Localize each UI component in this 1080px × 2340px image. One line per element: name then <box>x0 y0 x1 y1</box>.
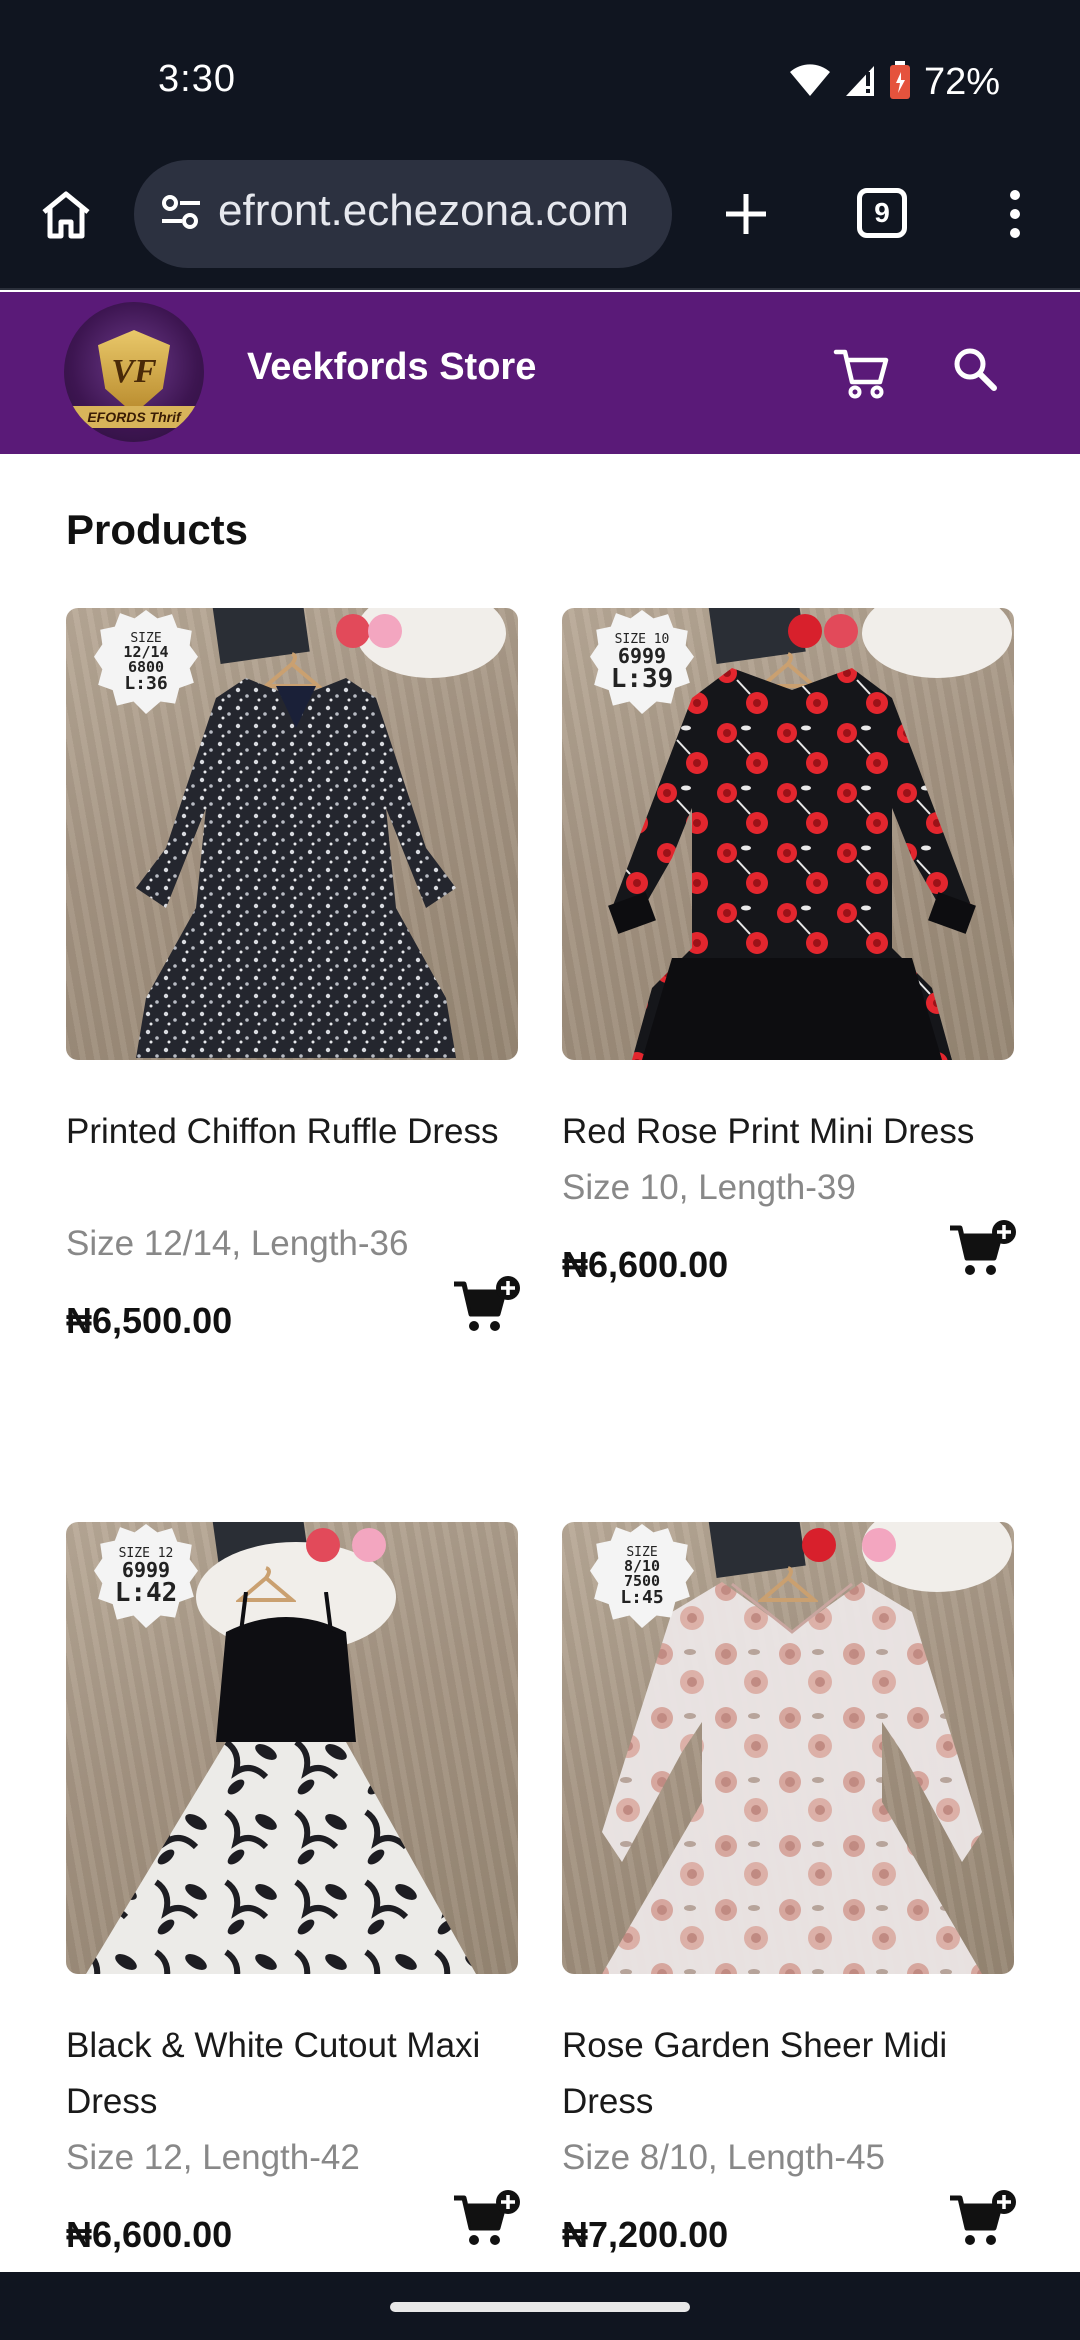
product-price: ₦7,200.00 <box>562 2214 729 2255</box>
add-cart-icon <box>454 2190 520 2245</box>
size-tag-line: 6999 <box>617 643 667 668</box>
product-image[interactable]: SIZE 12/14 6800 L:36 <box>66 608 518 1060</box>
site-settings-icon[interactable] <box>160 192 202 232</box>
battery-percent: 72% <box>923 60 1000 103</box>
status-time: 3:30 <box>158 58 236 100</box>
new-tab-button[interactable] <box>716 184 776 244</box>
product-card[interactable]: SIZE 10 6999 L:39 Red Rose Print Mini Dr… <box>562 608 1016 1285</box>
size-tag-line: L:39 <box>610 663 674 694</box>
status-bar: 3:30 72% <box>0 0 1080 160</box>
decor-flower <box>802 1528 836 1562</box>
search-icon <box>954 348 997 391</box>
store-header: VF EFORDS Thrif Veekfords Store <box>0 292 1080 454</box>
menu-dot <box>1010 228 1020 238</box>
decor-flower <box>824 614 858 648</box>
decor-flower <box>788 614 822 648</box>
product-name[interactable]: Red Rose Print Mini Dress <box>562 1104 1022 1160</box>
logo-ribbon: EFORDS Thrif <box>72 406 196 428</box>
decor-flower <box>336 614 370 648</box>
product-subtitle: Size 10, Length-39 <box>562 1168 856 1207</box>
add-to-cart-button[interactable] <box>452 1276 522 1334</box>
screen: 3:30 72% efront.echezona.com 9 VF EFORDS… <box>0 0 1080 2340</box>
size-tag-line: L:45 <box>620 1586 664 1608</box>
decor-flower <box>862 1528 896 1562</box>
status-indicators: 72% <box>788 58 1000 106</box>
store-logo[interactable]: VF EFORDS Thrif <box>64 302 204 442</box>
product-price: ₦6,600.00 <box>66 2214 233 2255</box>
product-card[interactable]: SIZE 12 6999 L:42 Black & White Cutout M… <box>66 1522 520 2255</box>
product-subtitle: Size 8/10, Length-45 <box>562 2138 886 2177</box>
url-text[interactable]: efront.echezona.com <box>218 186 629 236</box>
size-tag-line: L:36 <box>124 672 168 694</box>
dress-illustration <box>602 1582 982 1974</box>
product-name[interactable]: Rose Garden Sheer Midi Dress <box>562 2018 1022 2130</box>
battery-icon <box>888 60 912 105</box>
decor-flower <box>306 1528 340 1562</box>
browser-toolbar: efront.echezona.com 9 <box>0 160 1080 290</box>
product-name[interactable]: Black & White Cutout Maxi Dress <box>66 2018 526 2130</box>
logo-shield: VF <box>98 330 170 414</box>
product-subtitle: Size 12/14, Length-36 <box>66 1224 409 1263</box>
product-price: ₦6,600.00 <box>562 1244 729 1285</box>
product-subtitle: Size 12, Length-42 <box>66 2138 360 2177</box>
product-card[interactable]: SIZE 12/14 6800 L:36 Printed Chiffon Ruf… <box>66 608 520 1341</box>
product-image[interactable]: SIZE 12 6999 L:42 <box>66 1522 518 1974</box>
product-name[interactable]: Printed Chiffon Ruffle Dress <box>66 1104 526 1160</box>
product-image[interactable]: SIZE 8/10 7500 L:45 <box>562 1522 1014 1974</box>
size-tag-line: L:42 <box>114 1577 178 1608</box>
dress-illustration <box>86 1592 476 1974</box>
store-name[interactable]: Veekfords Store <box>247 346 536 389</box>
menu-dot <box>1010 209 1020 219</box>
home-icon <box>42 191 90 239</box>
home-button[interactable] <box>36 185 96 245</box>
dress-illustration <box>136 678 456 1058</box>
add-cart-icon <box>454 1276 520 1331</box>
plus-icon <box>726 194 766 234</box>
size-tag-line: 6999 <box>121 1557 171 1582</box>
add-to-cart-button[interactable] <box>948 2190 1018 2248</box>
add-to-cart-button[interactable] <box>452 2190 522 2248</box>
product-card[interactable]: SIZE 8/10 7500 L:45 Rose Garden Sheer Mi… <box>562 1522 1016 2255</box>
tab-switcher-button[interactable]: 9 <box>857 188 907 238</box>
more-menu-button[interactable] <box>1000 184 1030 244</box>
add-cart-icon <box>950 2190 1016 2245</box>
decor-flower <box>368 614 402 648</box>
wifi-icon <box>788 62 832 103</box>
cart-icon <box>833 349 889 399</box>
home-gesture-handle[interactable] <box>390 2302 690 2312</box>
logo-letters: VF <box>111 353 157 390</box>
decor-flower <box>352 1528 386 1562</box>
product-image[interactable]: SIZE 10 6999 L:39 <box>562 608 1014 1060</box>
system-navigation-bar <box>0 2272 1080 2340</box>
dress-illustration <box>608 668 976 1060</box>
add-cart-icon <box>950 1220 1016 1275</box>
product-price: ₦6,500.00 <box>66 1300 233 1341</box>
search-button[interactable] <box>948 342 1004 398</box>
address-bar[interactable]: efront.echezona.com <box>134 160 672 268</box>
cell-signal-icon <box>844 62 876 103</box>
add-to-cart-button[interactable] <box>948 1220 1018 1278</box>
products-heading: Products <box>66 506 249 553</box>
menu-dot <box>1010 190 1020 200</box>
cart-button[interactable] <box>832 342 892 402</box>
